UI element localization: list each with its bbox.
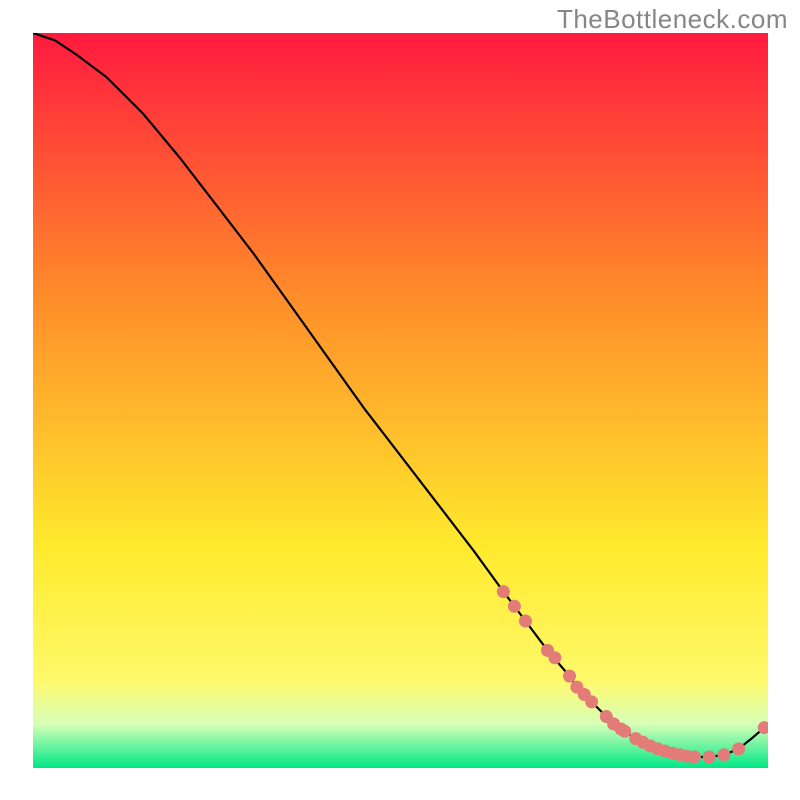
data-marker xyxy=(519,615,532,628)
data-marker xyxy=(548,651,561,664)
data-marker xyxy=(688,751,701,764)
data-marker xyxy=(703,751,716,764)
data-markers xyxy=(497,585,768,763)
data-marker xyxy=(732,742,745,755)
chart-frame: TheBottleneck.com xyxy=(0,0,800,800)
data-marker xyxy=(497,585,510,598)
data-marker xyxy=(563,670,576,683)
data-marker xyxy=(717,748,730,761)
plot-area xyxy=(33,33,768,768)
bottleneck-curve xyxy=(33,33,764,757)
data-marker xyxy=(618,725,631,738)
data-marker xyxy=(508,600,521,613)
watermark-text: TheBottleneck.com xyxy=(557,4,788,35)
data-marker xyxy=(585,695,598,708)
curve-overlay xyxy=(33,33,768,768)
